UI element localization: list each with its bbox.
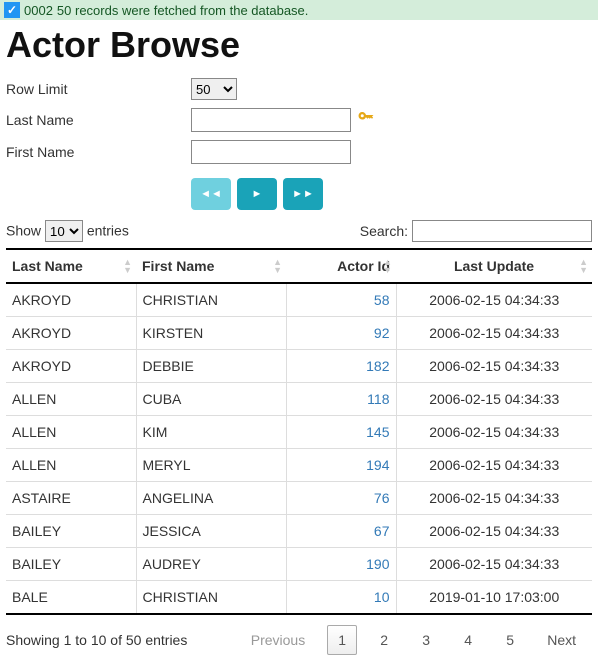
cell-first: KIM (136, 416, 286, 449)
row-limit-label: Row Limit (6, 81, 191, 97)
cell-upd: 2006-02-15 04:34:33 (396, 383, 592, 416)
page-1-button[interactable]: 1 (327, 625, 357, 655)
cell-first: DEBBIE (136, 350, 286, 383)
search-label: Search: (360, 223, 408, 239)
cell-first: CHRISTIAN (136, 581, 286, 615)
row-limit-select[interactable]: 50 (191, 78, 237, 100)
table-row: BAILEYAUDREY1902006-02-15 04:34:33 (6, 548, 592, 581)
cell-upd: 2006-02-15 04:34:33 (396, 449, 592, 482)
show-suffix: entries (87, 223, 129, 239)
cell-upd: 2006-02-15 04:34:33 (396, 317, 592, 350)
cell-last: BALE (6, 581, 136, 615)
check-icon: ✓ (4, 2, 20, 18)
page-2-button[interactable]: 2 (369, 625, 399, 655)
status-bar: ✓ 0002 50 records were fetched from the … (0, 0, 598, 20)
table-row: BALECHRISTIAN102019-01-10 17:03:00 (6, 581, 592, 615)
search-input[interactable] (412, 220, 592, 242)
cell-last: BAILEY (6, 515, 136, 548)
cell-last: AKROYD (6, 350, 136, 383)
cell-first: CUBA (136, 383, 286, 416)
status-code: 0002 (24, 3, 53, 18)
page-3-button[interactable]: 3 (411, 625, 441, 655)
table-row: BAILEYJESSICA672006-02-15 04:34:33 (6, 515, 592, 548)
last-name-label: Last Name (6, 112, 191, 128)
cell-id[interactable]: 182 (286, 350, 396, 383)
cell-last: ALLEN (6, 416, 136, 449)
show-prefix: Show (6, 223, 41, 239)
cell-id[interactable]: 10 (286, 581, 396, 615)
cell-id[interactable]: 194 (286, 449, 396, 482)
cell-upd: 2006-02-15 04:34:33 (396, 283, 592, 317)
last-name-input[interactable] (191, 108, 351, 132)
nav-first-button[interactable]: ◄◄ (191, 178, 231, 210)
col-last-name[interactable]: Last Name▲▼ (6, 249, 136, 283)
cell-first: AUDREY (136, 548, 286, 581)
cell-upd: 2006-02-15 04:34:33 (396, 515, 592, 548)
cell-last: ALLEN (6, 449, 136, 482)
page-title: Actor Browse (6, 24, 592, 66)
nav-last-button[interactable]: ►► (283, 178, 323, 210)
cell-last: AKROYD (6, 317, 136, 350)
table-row: ALLENMERYL1942006-02-15 04:34:33 (6, 449, 592, 482)
key-icon (357, 109, 375, 132)
cell-upd: 2006-02-15 04:34:33 (396, 350, 592, 383)
cell-upd: 2006-02-15 04:34:33 (396, 416, 592, 449)
col-first-name[interactable]: First Name▲▼ (136, 249, 286, 283)
entries-select[interactable]: 10 (45, 220, 83, 242)
cell-last: ASTAIRE (6, 482, 136, 515)
cell-first: CHRISTIAN (136, 283, 286, 317)
page-next-button[interactable]: Next (537, 625, 586, 655)
first-name-label: First Name (6, 144, 191, 160)
cell-first: MERYL (136, 449, 286, 482)
cell-last: BAILEY (6, 548, 136, 581)
table-row: ALLENKIM1452006-02-15 04:34:33 (6, 416, 592, 449)
filter-form: Row Limit 50 Last Name First Name ◄◄ ► ►… (6, 78, 592, 210)
cell-id[interactable]: 145 (286, 416, 396, 449)
col-last-update[interactable]: Last Update▲▼ (396, 249, 592, 283)
first-name-input[interactable] (191, 140, 351, 164)
cell-last: AKROYD (6, 283, 136, 317)
cell-upd: 2006-02-15 04:34:33 (396, 548, 592, 581)
table-row: AKROYDKIRSTEN922006-02-15 04:34:33 (6, 317, 592, 350)
cell-first: ANGELINA (136, 482, 286, 515)
cell-id[interactable]: 67 (286, 515, 396, 548)
col-actor-id[interactable]: Actor Id▲▼ (286, 249, 396, 283)
table-row: AKROYDDEBBIE1822006-02-15 04:34:33 (6, 350, 592, 383)
entries-length: Show 10 entries (6, 220, 129, 242)
page-4-button[interactable]: 4 (453, 625, 483, 655)
cell-id[interactable]: 190 (286, 548, 396, 581)
table-row: AKROYDCHRISTIAN582006-02-15 04:34:33 (6, 283, 592, 317)
page-prev-button[interactable]: Previous (241, 625, 315, 655)
cell-id[interactable]: 58 (286, 283, 396, 317)
cell-id[interactable]: 76 (286, 482, 396, 515)
table-row: ALLENCUBA1182006-02-15 04:34:33 (6, 383, 592, 416)
pagination-info: Showing 1 to 10 of 50 entries (6, 632, 187, 648)
cell-first: JESSICA (136, 515, 286, 548)
pager: Previous 12345 Next (235, 625, 592, 655)
cell-id[interactable]: 92 (286, 317, 396, 350)
status-message: 50 records were fetched from the databas… (57, 3, 308, 18)
page-5-button[interactable]: 5 (495, 625, 525, 655)
cell-upd: 2006-02-15 04:34:33 (396, 482, 592, 515)
table-row: ASTAIREANGELINA762006-02-15 04:34:33 (6, 482, 592, 515)
actor-table: Last Name▲▼ First Name▲▼ Actor Id▲▼ Last… (6, 248, 592, 615)
cell-first: KIRSTEN (136, 317, 286, 350)
nav-play-button[interactable]: ► (237, 178, 277, 210)
cell-upd: 2019-01-10 17:03:00 (396, 581, 592, 615)
cell-last: ALLEN (6, 383, 136, 416)
cell-id[interactable]: 118 (286, 383, 396, 416)
